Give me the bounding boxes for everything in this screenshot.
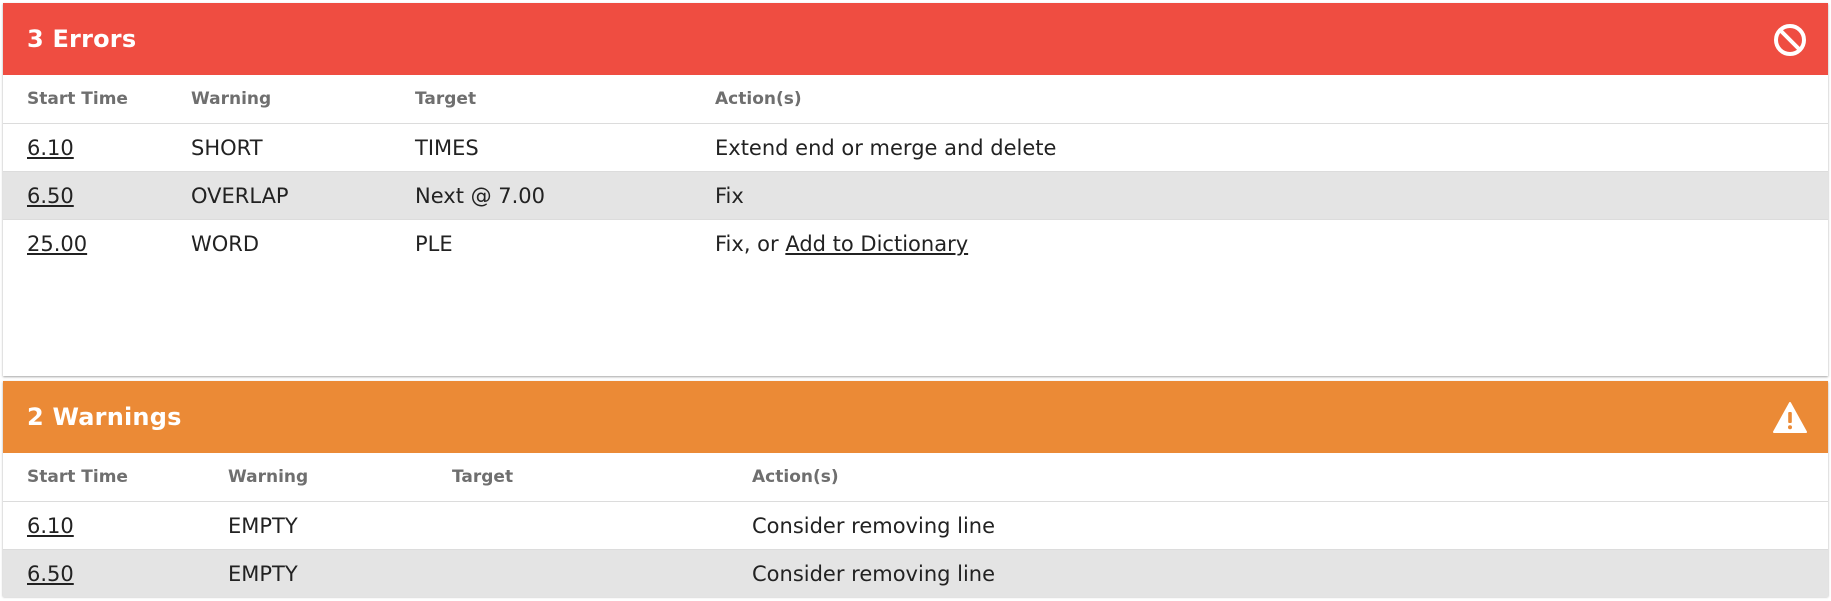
start-time-link[interactable]: 6.10 [27, 136, 74, 160]
table-row: 6.10 EMPTY Consider removing line [3, 501, 1828, 550]
warning-cell: EMPTY [228, 549, 452, 597]
start-time-link[interactable]: 6.50 [27, 184, 74, 208]
start-time-link[interactable]: 6.10 [27, 514, 74, 538]
warnings-table-header-row: Start Time Warning Target Action(s) [3, 453, 1828, 502]
errors-header: 3 Errors [3, 3, 1828, 75]
errors-panel: 3 Errors Start Time Warning Target Actio… [3, 3, 1828, 376]
add-to-dictionary-link[interactable]: Add to Dictionary [785, 232, 968, 256]
warning-cell: WORD [191, 231, 260, 256]
warning-cell: OVERLAP [191, 171, 415, 220]
column-header-target: Target [415, 75, 715, 124]
no-entry-icon [1774, 24, 1806, 56]
column-header-warning: Warning [228, 453, 452, 502]
start-time-link[interactable]: 6.50 [27, 562, 74, 586]
action-cell: Fix [715, 171, 1828, 220]
column-header-start-time: Start Time [3, 453, 228, 502]
table-row: 25.00 WORD PLE Fix, or Add to Dictionary [3, 220, 1828, 268]
start-time-link[interactable]: 25.00 [27, 232, 87, 256]
table-row: 6.50 EMPTY Consider removing line [3, 549, 1828, 597]
action-text: Fix, or [715, 231, 786, 256]
warning-triangle-icon [1773, 402, 1807, 433]
target-cell: PLE [415, 231, 453, 256]
errors-table: Start Time Warning Target Action(s) 6.10… [3, 75, 1828, 267]
action-cell: Extend end or merge and delete [715, 123, 1828, 172]
target-cell [452, 501, 752, 550]
column-header-actions: Action(s) [752, 453, 1828, 502]
warning-cell: SHORT [191, 123, 415, 172]
target-cell: Next @ 7.00 [415, 171, 715, 220]
errors-table-header-row: Start Time Warning Target Action(s) [3, 75, 1828, 124]
target-cell [452, 549, 752, 597]
warnings-table: Start Time Warning Target Action(s) 6.10… [3, 453, 1828, 597]
action-cell: Consider removing line [752, 501, 1828, 550]
warnings-title: 2 Warnings [27, 403, 182, 431]
table-row: 6.10 SHORT TIMES Extend end or merge and… [3, 123, 1828, 172]
warnings-header: 2 Warnings [3, 381, 1828, 453]
warnings-panel: 2 Warnings Start Time Warning Target Act… [3, 381, 1828, 597]
table-row: 6.50 OVERLAP Next @ 7.00 Fix [3, 171, 1828, 220]
action-cell: Consider removing line [752, 549, 1828, 597]
action-cell: Fix, or Add to Dictionary [715, 220, 1828, 268]
target-cell: TIMES [415, 123, 715, 172]
column-header-warning: Warning [191, 75, 415, 124]
warning-cell: EMPTY [228, 501, 452, 550]
column-header-start-time: Start Time [3, 75, 191, 124]
errors-title: 3 Errors [27, 25, 137, 53]
column-header-target: Target [452, 453, 752, 502]
column-header-actions: Action(s) [715, 75, 1828, 124]
